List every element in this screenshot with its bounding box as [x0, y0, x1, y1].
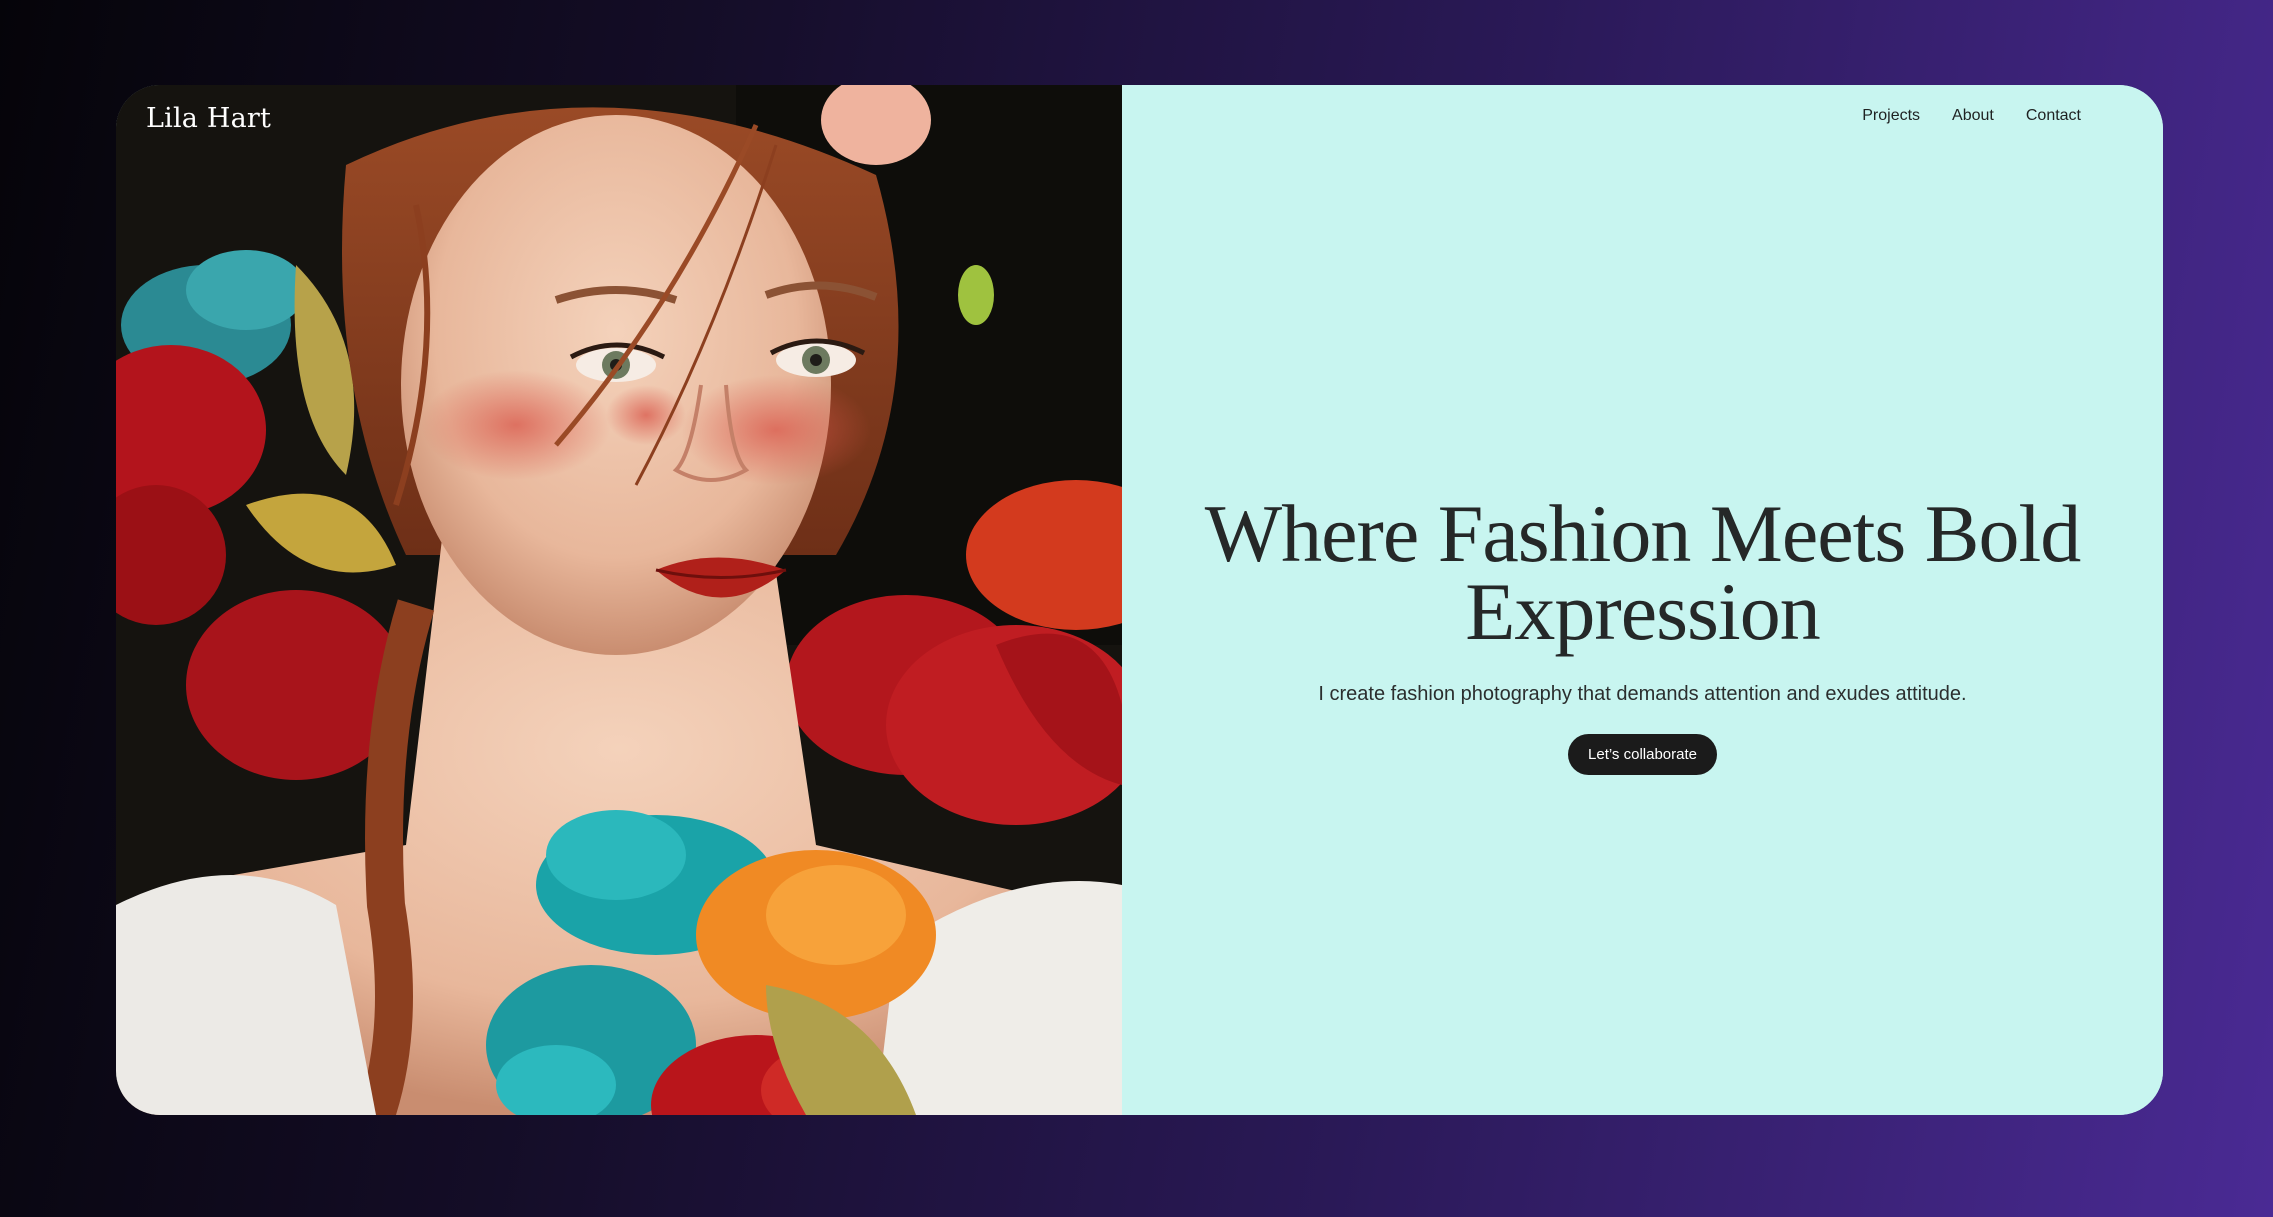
hero-section: Where Fashion Meets Bold Expression I cr… [1122, 488, 2163, 775]
collaborate-button[interactable]: Let’s collaborate [1568, 734, 1717, 775]
nav-link-about[interactable]: About [1952, 107, 1994, 125]
nav-link-projects[interactable]: Projects [1862, 107, 1920, 125]
nav-link-contact[interactable]: Contact [2026, 107, 2081, 125]
hero-card: Lila Hart Projects About Contact Where F… [116, 85, 2163, 1115]
hero-subtitle: I create fashion photography that demand… [1318, 683, 1967, 705]
hero-headline: Where Fashion Meets Bold Expression [1204, 488, 2082, 657]
portrait-photo: Lila Hart [116, 85, 1122, 1115]
content-panel: Projects About Contact Where Fashion Mee… [1122, 85, 2163, 1115]
site-logo[interactable]: Lila Hart [146, 103, 271, 134]
portrait-illustration [116, 85, 1122, 1115]
main-nav: Projects About Contact [1862, 107, 2081, 125]
